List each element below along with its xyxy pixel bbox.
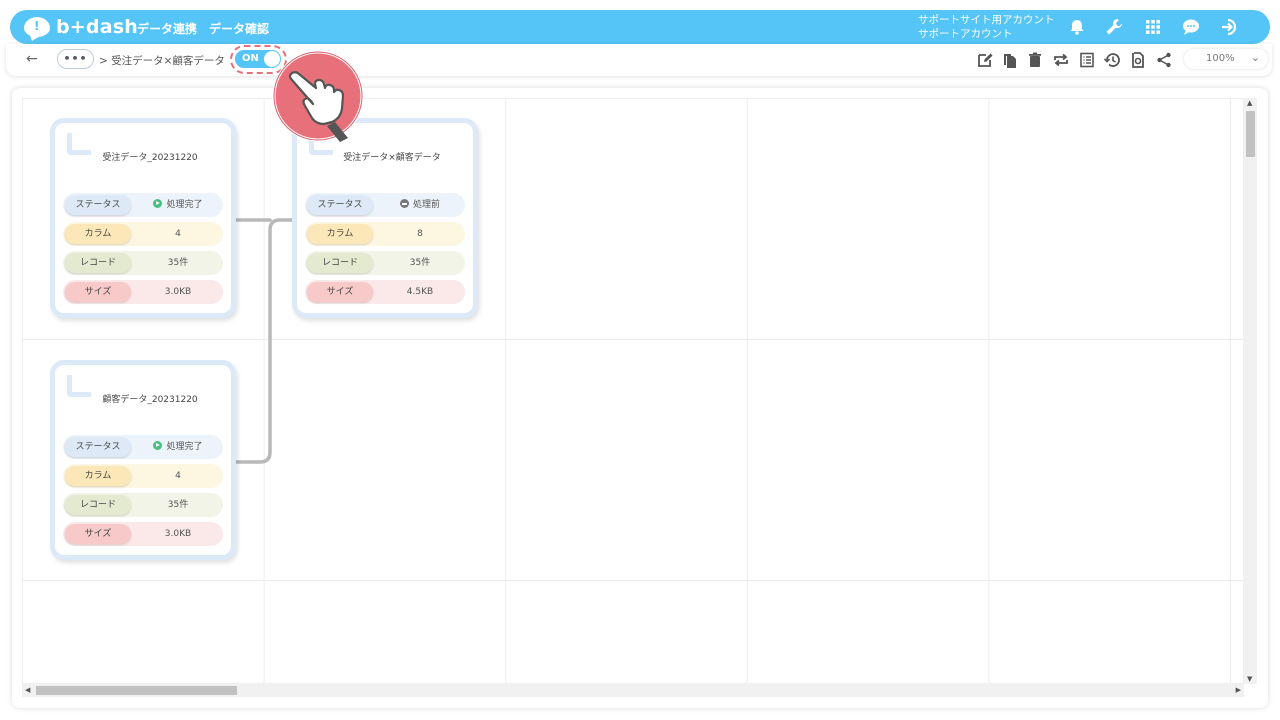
card-title: 顧客データ_20231220 [102,395,198,405]
row-value: 処理完了 [133,435,223,459]
edit-icon[interactable] [976,51,994,69]
row-status: ステータス 処理前 [305,193,465,217]
row-value: 8 [417,229,423,239]
history-icon[interactable] [1103,51,1121,69]
status-text: 処理前 [412,200,440,210]
list-icon[interactable] [1078,51,1096,69]
row-records: レコード 35件 [305,251,465,275]
card-title: 受注データ_20231220 [102,153,198,163]
nav-data-check[interactable]: データ確認 [209,20,269,37]
status-done-icon [153,199,163,208]
row-size: サイズ 3.0KB [63,280,223,304]
data-card-merged[interactable]: 受注データ×顧客データ ステータス 処理前 カラム 8 レコード 35件 サイズ… [292,118,478,318]
pointing-hand-icon [272,50,364,142]
status-text: 処理完了 [166,442,203,452]
delete-icon[interactable] [1026,51,1044,69]
horizontal-scrollbar[interactable]: ◀ ▶ [22,684,1244,697]
scroll-right-icon[interactable]: ▶ [1236,686,1241,694]
logo[interactable]: ! b+dash [24,15,138,39]
row-value: 3.0KB [164,287,192,297]
apps-grid-icon[interactable] [1143,17,1163,37]
status-done-icon [153,441,163,450]
more-button[interactable]: ••• [57,49,94,69]
share-icon[interactable] [1155,51,1173,69]
wrench-icon[interactable] [1104,17,1124,37]
repeat-icon[interactable] [1052,51,1070,69]
logo-bubble-icon: ! [24,17,50,37]
row-value: 35件 [167,500,189,510]
vertical-scroll-thumb[interactable] [1246,111,1255,157]
row-size: サイズ 3.0KB [63,522,223,546]
row-columns: カラム 4 [63,464,223,488]
account-line1: サポートサイト用アカウント [918,14,1055,26]
row-label: ステータス [65,195,131,215]
scroll-up-icon[interactable]: ▲ [1247,99,1252,107]
row-label: サイズ [307,282,373,302]
row-status: ステータス 処理完了 [63,435,223,459]
status-text: 処理完了 [166,200,203,210]
row-value: 35件 [409,258,431,268]
row-value: 4.5KB [406,287,434,297]
status-pending-icon [399,199,409,208]
zoom-select[interactable]: 100% ⌄ [1184,49,1268,69]
toolbar: ← ••• > 受注データ×顧客データ ON 100% ⌄ [6,44,1272,76]
scroll-left-icon[interactable]: ◀ [25,686,30,694]
horizontal-scroll-thumb[interactable] [36,686,237,695]
back-button[interactable]: ← [26,51,38,67]
account-info[interactable]: サポートサイト用アカウント サポートアカウント [918,13,1055,41]
row-value: 35件 [167,258,189,268]
row-status: ステータス 処理完了 [63,193,223,217]
toggle-label: ON [242,53,259,64]
row-value: 4 [175,229,181,239]
row-records: レコード 35件 [63,251,223,275]
bell-icon[interactable] [1067,17,1087,37]
row-label: レコード [65,253,131,273]
data-card-customers[interactable]: 顧客データ_20231220 ステータス 処理完了 カラム 4 レコード 35件… [50,360,236,560]
row-value: 3.0KB [164,529,192,539]
row-label: レコード [65,495,131,515]
zoom-value: 100% [1206,53,1235,64]
row-value: 4 [175,471,181,481]
row-label: レコード [307,253,373,273]
card-title: 受注データ×顧客データ [343,153,441,163]
vertical-scrollbar[interactable]: ▲ ▼ [1244,98,1257,684]
row-label: サイズ [65,524,131,544]
row-label: カラム [307,224,373,244]
chat-icon[interactable] [1181,17,1201,37]
breadcrumb: > 受注データ×顧客データ [99,55,225,67]
flow-canvas[interactable]: 受注データ_20231220 ステータス 処理完了 カラム 4 レコード 35件… [12,88,1268,708]
refresh-icon[interactable] [1129,51,1147,69]
row-value: 処理前 [375,193,465,217]
row-columns: カラム 4 [63,222,223,246]
logo-mark: ! [34,19,40,33]
row-size: サイズ 4.5KB [305,280,465,304]
scroll-down-icon[interactable]: ▼ [1247,675,1252,683]
logo-text: b+dash [56,16,138,38]
nav-data-integration[interactable]: データ連携 [137,20,197,37]
chevron-down-icon: ⌄ [1250,51,1260,64]
row-value: 処理完了 [133,193,223,217]
row-label: サイズ [65,282,131,302]
row-label: ステータス [65,437,131,457]
app-header: ! b+dash データ連携 データ確認 サポートサイト用アカウント サポートア… [10,10,1270,44]
data-card-orders[interactable]: 受注データ_20231220 ステータス 処理完了 カラム 4 レコード 35件… [50,118,236,318]
row-label: カラム [65,224,131,244]
row-label: カラム [65,466,131,486]
row-records: レコード 35件 [63,493,223,517]
account-line2: サポートアカウント [918,28,1013,40]
logout-icon[interactable] [1220,17,1240,37]
row-label: ステータス [307,195,373,215]
copy-icon[interactable] [1001,51,1019,69]
row-columns: カラム 8 [305,222,465,246]
